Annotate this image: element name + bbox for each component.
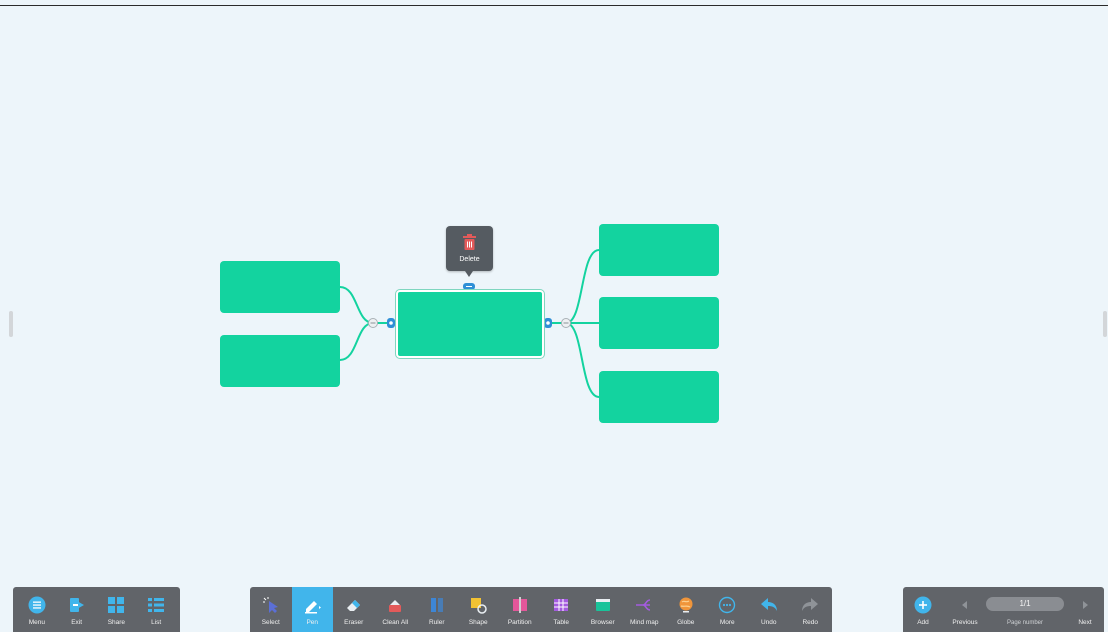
trash-icon [463,234,476,250]
pen-icon [302,595,322,615]
mind-map-node-right-2[interactable] [599,297,719,349]
chevron-left-icon [955,595,975,615]
select-icon [261,595,281,615]
partition-icon [510,595,530,615]
ruler-icon [427,595,447,615]
partition-label: Partition [507,619,532,626]
exit-icon [67,595,87,615]
page-number-indicator[interactable]: 1/1 [986,597,1064,611]
mind-map-node-right-3[interactable] [599,371,719,423]
shape-icon [468,595,488,615]
exit-button[interactable]: Exit [57,587,97,632]
undo-label: Undo [760,619,777,626]
chevron-right-icon [1075,595,1095,615]
menu-label: Menu [28,619,45,626]
left-toolbar: Menu Exit Share List [13,587,180,632]
browser-icon [593,595,613,615]
redo-button[interactable]: Redo [790,587,832,632]
delete-button[interactable]: Delete [446,226,493,277]
shape-label: Shape [468,619,488,626]
redo-label: Redo [802,619,819,626]
menu-icon [27,595,47,615]
browser-button[interactable]: Browser [582,587,624,632]
mind-map-node-left-2[interactable] [220,335,340,387]
undo-icon [759,595,779,615]
previous-label: Previous [952,619,978,626]
share-button[interactable]: Share [97,587,137,632]
pen-button[interactable]: Pen [291,587,333,632]
list-icon [146,595,166,615]
list-button[interactable]: List [136,587,176,632]
menu-button[interactable]: Menu [17,587,57,632]
redo-icon [800,595,820,615]
browser-label: Browser [590,619,615,626]
clean-all-icon [385,595,405,615]
pen-label: Pen [306,619,319,626]
share-icon [106,595,126,615]
delete-label: Delete [459,256,480,263]
share-label: Share [107,619,126,626]
next-page-button[interactable]: Next [1068,587,1102,632]
select-button[interactable]: Select [250,587,292,632]
globe-label: Globe [677,619,695,626]
globe-button[interactable]: Globe [665,587,707,632]
more-button[interactable]: More [707,587,749,632]
more-icon [717,595,737,615]
page-navigation-toolbar: Add Previous 1/1 Page number Next [903,587,1104,632]
whiteboard-canvas[interactable]: Delete [0,0,1108,586]
add-page-button[interactable]: Add [907,587,939,632]
connector-left-bottom [339,322,374,361]
clean-all-button[interactable]: Clean All [375,587,417,632]
select-label: Select [261,619,280,626]
add-node-handle-top[interactable] [463,283,475,290]
mind-map-node-right-1[interactable] [599,224,719,276]
eraser-button[interactable]: Eraser [333,587,375,632]
undo-button[interactable]: Undo [748,587,790,632]
globe-icon [676,595,696,615]
mind-map-button[interactable]: Mind map [624,587,666,632]
popup-pointer [465,271,473,277]
mind-map-node-left-1[interactable] [220,261,340,313]
eraser-label: Eraser [344,619,364,626]
exit-label: Exit [71,619,83,626]
next-label: Next [1078,619,1092,626]
clean-all-label: Clean All [382,619,409,626]
add-node-handle-right[interactable] [544,318,552,328]
shape-button[interactable]: Shape [458,587,500,632]
mind-map-icon [634,595,654,615]
collapse-toggle-left[interactable] [368,318,378,328]
eraser-icon [344,595,364,615]
table-icon [551,595,571,615]
partition-button[interactable]: Partition [499,587,541,632]
add-icon [913,595,933,615]
add-node-handle-left[interactable] [387,318,395,328]
mind-map-label: Mind map [629,619,659,626]
connector-right-top [565,249,600,324]
connector-left-top [339,286,374,324]
list-label: List [151,619,162,626]
collapse-toggle-right[interactable] [561,318,571,328]
table-button[interactable]: Table [541,587,583,632]
connector-right-bottom [565,322,600,398]
add-label: Add [917,619,929,626]
previous-page-button[interactable]: Previous [945,587,985,632]
more-label: More [719,619,735,626]
table-label: Table [553,619,570,626]
ruler-label: Ruler [428,619,445,626]
page-number-label: Page number [1006,620,1044,626]
mind-map-connectors [339,249,600,398]
mind-map-node-central[interactable] [395,289,545,359]
ruler-button[interactable]: Ruler [416,587,458,632]
center-toolbar: Select Pen Eraser Clean All Ruler Shape [250,587,832,632]
